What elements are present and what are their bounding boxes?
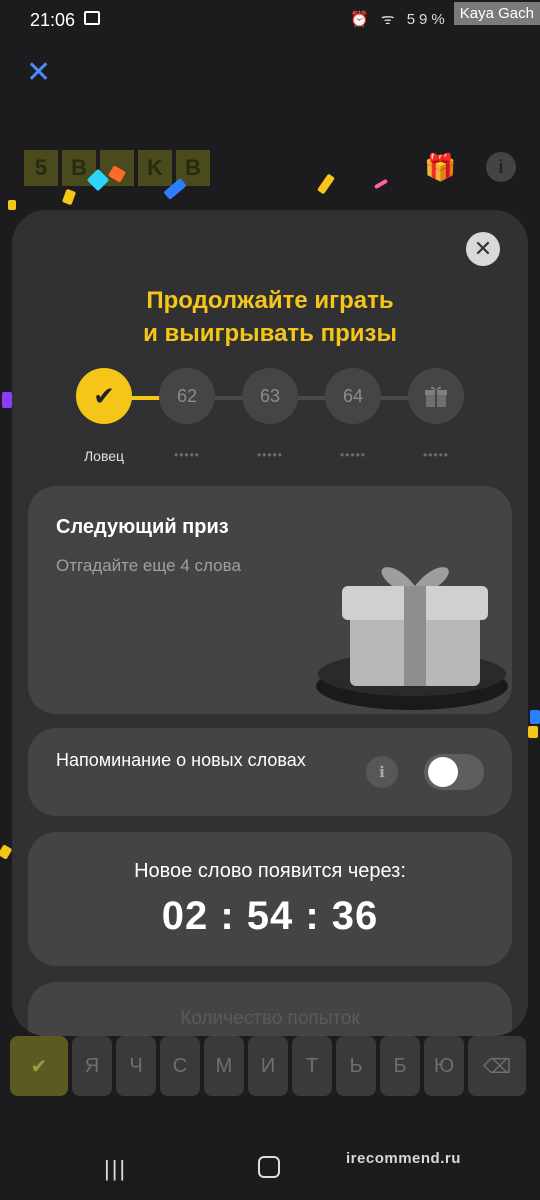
gift-icon — [425, 386, 447, 407]
key[interactable]: Б — [380, 1036, 420, 1096]
prize-progress: ✔ 62 63 64 Ловец ••••• ••••• ••••• ••••• — [12, 368, 528, 468]
status-icons: ⏰ ᯤ 59% — [350, 9, 449, 29]
confetti — [61, 188, 77, 206]
keyboard-row: ✔ Я Ч С М И Т Ь Б Ю ⌫ — [10, 1036, 530, 1098]
timer-hours: 02 — [161, 894, 209, 938]
gift-icon[interactable]: 🎁 — [424, 152, 456, 183]
key[interactable]: С — [160, 1036, 200, 1096]
gift-box-illustration — [316, 567, 508, 710]
status-bar: 21:06 ⏰ ᯤ 59% Kaya Gach — [0, 0, 540, 40]
step-caption-dots: ••••• — [256, 448, 283, 462]
timer-label: Новое слово появится через: — [134, 860, 406, 882]
step-gift — [408, 368, 464, 424]
modal-title-line2: и выигрывать призы — [143, 320, 397, 347]
confetti — [373, 178, 389, 190]
author-watermark: Kaya Gach — [453, 2, 540, 25]
next-prize-subtitle: Отгадайте еще 4 слова — [56, 556, 241, 575]
battery-percent: 59% — [406, 11, 449, 28]
gallery-icon — [84, 11, 100, 25]
prize-modal: ✕ Продолжайте играть и выигрывать призы … — [12, 210, 528, 1036]
home-icon[interactable] — [258, 1156, 280, 1178]
key[interactable]: Ю — [424, 1036, 464, 1096]
status-time: 21:06 — [30, 10, 76, 30]
reminder-info-button[interactable]: i — [366, 756, 398, 788]
tile: K — [138, 150, 172, 186]
attempts-label: Количество попыток — [180, 1008, 360, 1029]
system-nav-bar: ||| irecommend.ru — [0, 1130, 540, 1200]
recents-icon[interactable]: ||| — [104, 1156, 127, 1182]
key[interactable]: Т — [292, 1036, 332, 1096]
game-close-icon[interactable]: ✕ — [26, 58, 51, 88]
info-icon[interactable]: i — [486, 152, 516, 182]
step-63: 63 — [242, 368, 298, 424]
alarm-wifi-icons: ⏰ ᯤ — [350, 11, 407, 28]
backspace-key[interactable]: ⌫ — [468, 1036, 526, 1096]
enter-key[interactable]: ✔ — [10, 1036, 68, 1096]
step-64: 64 — [325, 368, 381, 424]
next-prize-title: Следующий приз — [56, 516, 229, 538]
modal-title-line1: Продолжайте играть — [146, 287, 394, 314]
step-62: 62 — [159, 368, 215, 424]
modal-title: Продолжайте играть и выигрывать призы — [12, 284, 528, 350]
key[interactable]: Я — [72, 1036, 112, 1096]
key[interactable]: И — [248, 1036, 288, 1096]
next-prize-card: Следующий приз Отгадайте еще 4 слова — [28, 486, 512, 714]
confetti — [530, 710, 540, 724]
progress-line — [186, 396, 446, 400]
toggle-knob — [428, 757, 458, 787]
timer-card: Новое слово появится через: 02 : 54 : 36 — [28, 832, 512, 966]
attempts-card: Количество попыток — [28, 982, 512, 1036]
key[interactable]: Ь — [336, 1036, 376, 1096]
confetti — [2, 392, 12, 408]
step-caption-dots: ••••• — [422, 448, 449, 462]
key[interactable]: Ч — [116, 1036, 156, 1096]
site-watermark: irecommend.ru — [346, 1150, 461, 1167]
confetti — [0, 844, 13, 860]
step-caption-catcher: Ловец — [83, 448, 125, 464]
reminder-card: Напоминание о новых словах i — [28, 728, 512, 816]
countdown-timer: 02 : 54 : 36 — [161, 894, 379, 938]
confetti — [528, 726, 538, 738]
check-icon: ✔ — [93, 380, 115, 411]
step-caption-dots: ••••• — [339, 448, 366, 462]
timer-seconds: 36 — [331, 894, 379, 938]
reminder-toggle[interactable] — [424, 754, 484, 790]
reminder-label: Напоминание о новых словах — [56, 750, 306, 770]
confetti — [316, 173, 336, 195]
confetti — [8, 200, 16, 210]
step-caption-dots: ••••• — [173, 448, 200, 462]
tile: 5 — [24, 150, 58, 186]
key[interactable]: М — [204, 1036, 244, 1096]
timer-minutes: 54 — [246, 894, 294, 938]
modal-close-button[interactable]: ✕ — [466, 232, 500, 266]
step-catcher: ✔ — [76, 368, 132, 424]
